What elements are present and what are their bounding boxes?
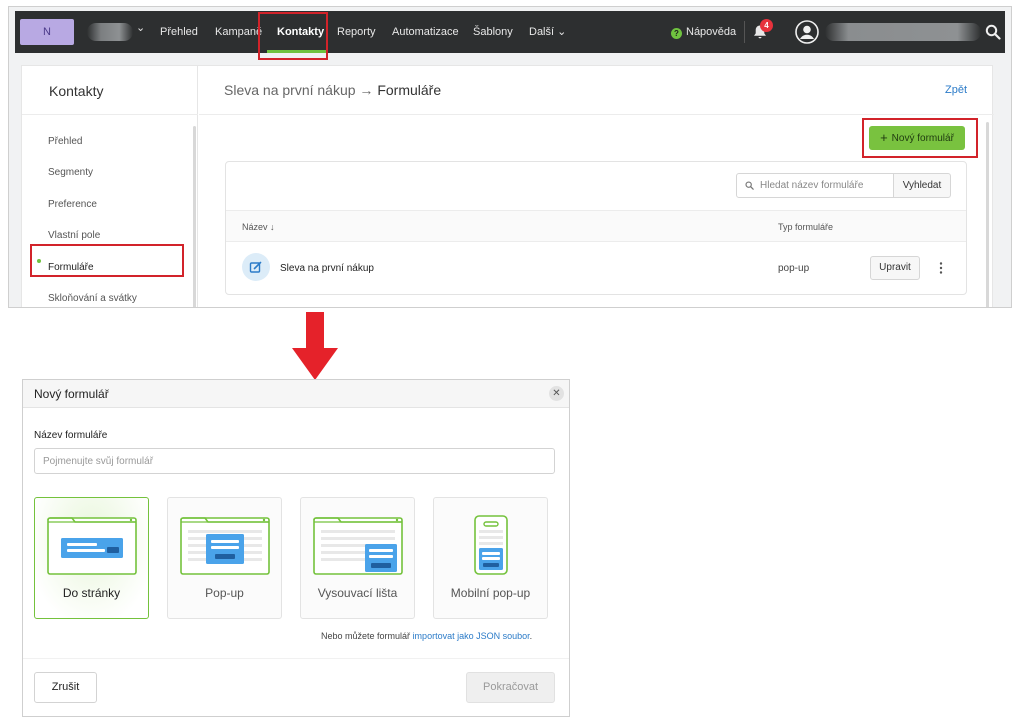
form-name-input[interactable] [34, 448, 555, 474]
cancel-button[interactable]: Zrušit [34, 672, 97, 703]
form-search-placeholder: Hledat název formuláře [760, 180, 864, 191]
highlight-kontakty-annotation [258, 12, 328, 60]
column-header-name[interactable]: Název ↓ [242, 222, 275, 232]
option-label-pop-up: Pop-up [205, 586, 244, 600]
highlight-formulare-annotation [30, 244, 184, 277]
option-label-mobilni-pop-up: Mobilní pop-up [450, 586, 531, 600]
contacts-forms-screenshot: N ⌄ Přehled Kampaně Kontakty Reporty Aut… [8, 6, 1012, 308]
import-suffix: . [529, 631, 533, 641]
user-name-redacted [825, 23, 981, 41]
modal-footer-divider [23, 658, 569, 659]
nav-item-dalsi[interactable]: Další ⌄ [529, 11, 566, 53]
continue-button[interactable]: Pokračovat [466, 672, 555, 703]
nav-item-kampane[interactable]: Kampaně [215, 11, 262, 53]
top-navigation-bar: N ⌄ Přehled Kampaně Kontakty Reporty Aut… [15, 11, 1005, 53]
table-row-name[interactable]: Sleva na první nákup [280, 263, 374, 274]
form-type-option-do-stranky[interactable]: Do stránky [34, 497, 149, 619]
contacts-card: Kontakty Přehled Segmenty Preference Vla… [21, 65, 994, 307]
nav-item-sablony[interactable]: Šablony [473, 11, 513, 53]
embedded-form-icon [47, 517, 137, 575]
main-divider [199, 114, 994, 115]
more-options-icon[interactable] [936, 261, 946, 275]
modal-header: Nový formulář ✕ [23, 380, 569, 408]
contacts-sidebar: Kontakty Přehled Segmenty Preference Vla… [22, 66, 198, 307]
import-json-text: Nebo můžete formulář importovat jako JSO… [321, 631, 532, 641]
search-button[interactable]: Vyhledat [893, 173, 951, 198]
form-type-option-vysouvaci-lista[interactable]: Vysouvací lišta [300, 497, 415, 619]
account-name-redacted [87, 23, 133, 41]
option-label-vysouvaci-lista: Vysouvací lišta [317, 586, 398, 600]
nav-item-dalsi-label: Další [529, 26, 555, 38]
mobile-popup-icon [474, 515, 508, 575]
breadcrumb-arrow-icon: → [359, 82, 374, 98]
notification-badge: 4 [760, 19, 773, 32]
import-json-link[interactable]: importovat jako JSON soubor [413, 631, 530, 641]
import-prefix: Nebo můžete formulář [321, 631, 411, 641]
nav-item-automatizace[interactable]: Automatizace [392, 11, 459, 53]
modal-title: Nový formulář [34, 387, 109, 401]
form-type-option-pop-up[interactable]: Pop-up [167, 497, 282, 619]
table-header: Název ↓ Typ formuláře [226, 210, 966, 242]
form-edit-icon [242, 253, 270, 281]
back-link[interactable]: Zpět [945, 84, 967, 96]
form-name-label: Název formuláře [34, 430, 108, 441]
sidebar-item-preference[interactable]: Preference [48, 199, 97, 210]
nav-divider [744, 21, 745, 43]
form-search-input[interactable]: Hledat název formuláře [736, 173, 894, 198]
sidebar-item-sklonovani[interactable]: Skloňování a svátky [48, 293, 137, 304]
popup-form-icon [180, 517, 270, 575]
breadcrumb: Sleva na první nákup → Formuláře [224, 82, 441, 98]
down-arrow-icon [292, 312, 338, 380]
column-header-type: Typ formuláře [778, 222, 834, 232]
breadcrumb-current: Formuláře [377, 82, 442, 98]
new-form-modal: Nový formulář ✕ Název formuláře Do strán… [22, 379, 570, 717]
sidebar-item-vlastni-pole[interactable]: Vlastní pole [48, 230, 100, 241]
forms-main-panel: Sleva na první nákup → Formuláře Zpět + … [199, 66, 994, 307]
sidebar-scrollbar[interactable] [193, 126, 196, 307]
help-label: Nápověda [686, 26, 737, 38]
table-row-type: pop-up [778, 263, 810, 274]
search-icon [745, 181, 754, 190]
help-icon: ? [671, 28, 682, 39]
help-link[interactable]: ? Nápověda [671, 11, 736, 53]
nav-item-prehled[interactable]: Přehled [160, 11, 198, 53]
breadcrumb-parent[interactable]: Sleva na první nákup [224, 82, 356, 98]
slide-in-bar-icon [313, 517, 403, 575]
highlight-new-form-annotation [862, 118, 978, 158]
sidebar-item-segmenty[interactable]: Segmenty [48, 167, 93, 178]
account-logo[interactable]: N [20, 19, 74, 45]
sidebar-item-prehled[interactable]: Přehled [48, 136, 82, 147]
user-avatar-icon[interactable] [795, 20, 819, 44]
sidebar-divider [22, 114, 198, 115]
nav-item-reporty[interactable]: Reporty [337, 11, 376, 53]
main-scrollbar[interactable] [986, 122, 989, 307]
search-icon[interactable] [985, 24, 1001, 40]
chevron-down-icon: ⌄ [557, 26, 567, 38]
option-label-do-stranky: Do stránky [62, 586, 121, 600]
edit-button[interactable]: Upravit [870, 256, 920, 280]
form-type-option-mobilni-pop-up[interactable]: Mobilní pop-up [433, 497, 548, 619]
close-icon[interactable]: ✕ [549, 386, 564, 401]
forms-table: Hledat název formuláře Vyhledat Název ↓ … [225, 161, 967, 295]
account-chevron-down-icon[interactable]: ⌄ [136, 21, 145, 34]
sidebar-title: Kontakty [49, 83, 104, 99]
